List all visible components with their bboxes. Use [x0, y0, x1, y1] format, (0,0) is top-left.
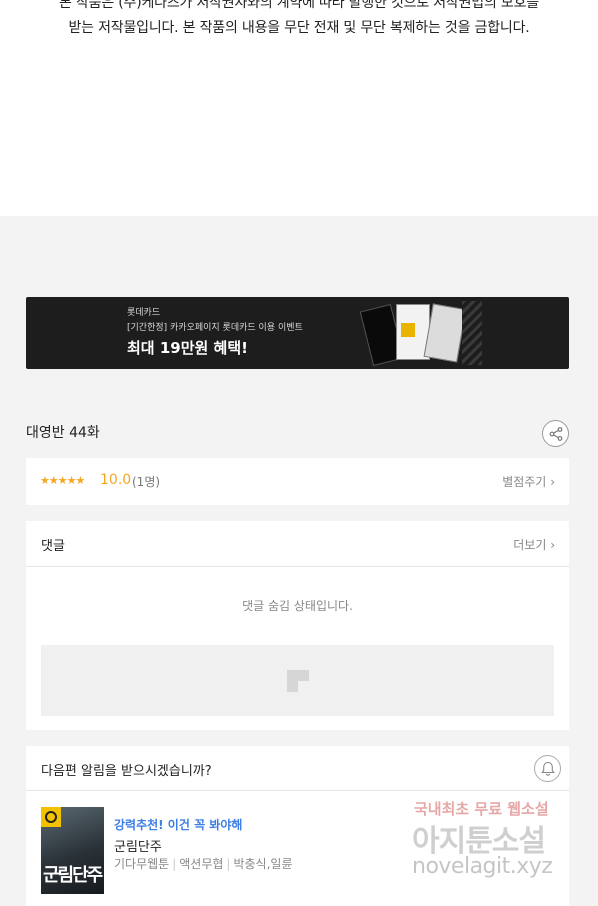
- comments-section: 댓글 더보기 › 댓글 숨김 상태입니다.: [26, 521, 569, 730]
- notify-bell-button[interactable]: [534, 755, 561, 782]
- copyright-line-1: 본 작품은 (주)케나즈가 저작권자와의 계약에 따라 발행한 것으로 저작권법…: [59, 0, 539, 11]
- recommendation-thumbnail[interactable]: 군림단주: [41, 807, 104, 894]
- comments-title: 댓글: [41, 539, 65, 554]
- promo-banner[interactable]: 롯데카드 [기간한정] 카카오페이지 롯데카드 이용 이벤트 최대 19만원 혜…: [26, 297, 569, 369]
- thumbnail-title: 군림단주: [43, 865, 103, 886]
- meta-authors: 박충식,일륜: [233, 857, 293, 871]
- comments-more-button[interactable]: 더보기 ›: [513, 536, 555, 553]
- next-episode-notify: 다음편 알림을 받으시겠습니까? 군림단주 강력추천! 이건 꼭 봐야해 군림단…: [26, 746, 569, 906]
- wait-free-clock-icon: [41, 807, 61, 827]
- ad-logo-icon: [287, 670, 309, 692]
- rating-score: 10.0: [100, 472, 132, 488]
- comments-header: 댓글 더보기 ›: [26, 521, 569, 567]
- rate-button[interactable]: 별점주기 ›: [502, 473, 555, 490]
- banner-headline: 최대 19만원 혜택!: [127, 339, 248, 357]
- rating-bar: ★★★★★ 10.0 (1명) 별점주기 ›: [26, 458, 569, 505]
- rating-count: (1명): [132, 475, 161, 489]
- banner-subtitle: [기간한정] 카카오페이지 롯데카드 이용 이벤트: [127, 323, 303, 333]
- banner-brand: 롯데카드: [127, 308, 161, 318]
- comments-more-label: 더보기: [513, 538, 547, 552]
- copyright-notice: 본 작품은 (주)케나즈가 저작권자와의 계약에 따라 발행한 것으로 저작권법…: [0, 0, 598, 216]
- meta-category: 기다무웹툰: [114, 857, 170, 871]
- comments-hidden-message: 댓글 숨김 상태입니다.: [242, 599, 353, 613]
- ad-placeholder[interactable]: [41, 645, 554, 716]
- rating-stars: ★★★★★: [40, 474, 85, 487]
- bell-icon: [541, 761, 555, 776]
- banner-stripes: [462, 301, 482, 365]
- recommendation-meta: 기다무웹툰 | 액션무협 | 박충식,일륜: [114, 857, 293, 871]
- notify-header: 다음편 알림을 받으시겠습니까?: [26, 746, 569, 791]
- chevron-right-icon: ›: [550, 538, 555, 552]
- rate-button-label: 별점주기: [502, 475, 547, 489]
- meta-genre: 액션무협: [179, 857, 224, 871]
- copyright-line-2: 받는 저작물입니다. 본 작품의 내용을 무단 전재 및 무단 복제하는 것을 …: [68, 20, 530, 36]
- credit-cards-image: [359, 301, 486, 367]
- notify-title: 다음편 알림을 받으시겠습니까?: [41, 764, 212, 779]
- episode-title: 대영반 44화: [26, 425, 100, 441]
- chevron-right-icon: ›: [550, 475, 555, 489]
- recommendation-name: 군림단주: [114, 840, 162, 855]
- share-button[interactable]: [542, 420, 569, 447]
- share-icon: [549, 427, 563, 441]
- recommendation-tag: 강력추천! 이건 꼭 봐야해: [114, 818, 243, 832]
